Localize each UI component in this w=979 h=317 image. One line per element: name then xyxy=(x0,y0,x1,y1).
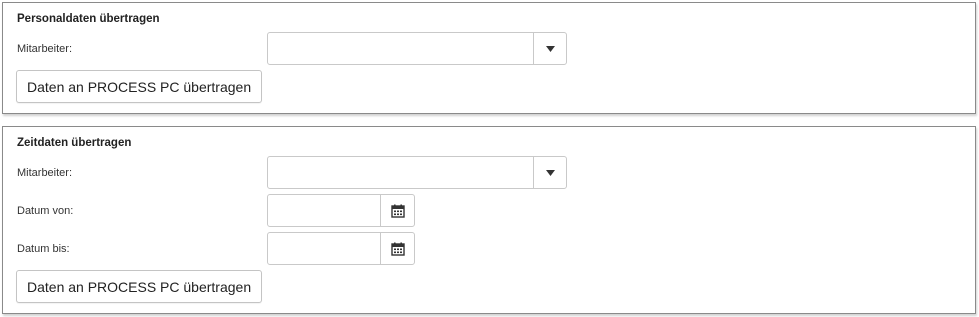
zeitdaten-mitarbeiter-select[interactable] xyxy=(267,156,567,189)
datum-von-input[interactable] xyxy=(268,195,381,226)
chevron-down-icon[interactable] xyxy=(533,157,566,188)
zeitdaten-mitarbeiter-label: Mitarbeiter: xyxy=(17,167,73,179)
personaldaten-panel: Personaldaten übertragen Mitarbeiter: Da… xyxy=(2,2,976,114)
datum-von-field xyxy=(267,194,415,227)
zeitdaten-panel: Zeitdaten übertragen Mitarbeiter: Datum … xyxy=(2,126,976,314)
personaldaten-title: Personaldaten übertragen xyxy=(17,13,160,25)
personaldaten-submit-button[interactable]: Daten an PROCESS PC übertragen xyxy=(16,70,263,103)
datum-von-label: Datum von: xyxy=(17,205,74,217)
zeitdaten-submit-button[interactable]: Daten an PROCESS PC übertragen xyxy=(16,270,263,303)
calendar-icon[interactable] xyxy=(380,195,414,226)
datum-bis-input[interactable] xyxy=(268,233,381,264)
calendar-icon[interactable] xyxy=(380,233,414,264)
datum-bis-label: Datum bis: xyxy=(17,243,70,255)
personaldaten-mitarbeiter-label: Mitarbeiter: xyxy=(17,43,73,55)
zeitdaten-title: Zeitdaten übertragen xyxy=(17,137,132,149)
datum-bis-field xyxy=(267,232,415,265)
chevron-down-icon[interactable] xyxy=(533,33,566,64)
personaldaten-mitarbeiter-select[interactable] xyxy=(267,32,567,65)
